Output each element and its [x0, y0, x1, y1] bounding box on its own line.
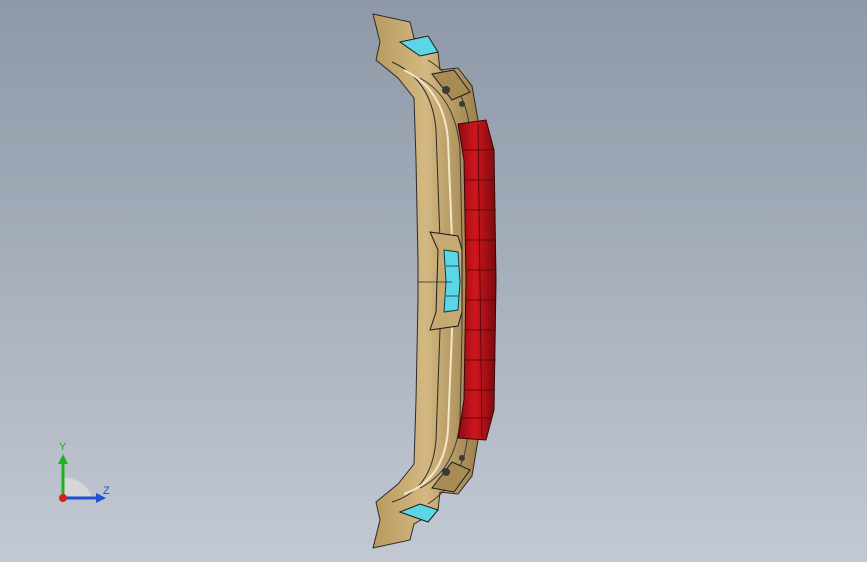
z-axis-label: Z — [103, 485, 110, 497]
y-axis-label: Y — [59, 441, 67, 453]
bumper-model[interactable] — [0, 0, 867, 562]
bolt-hole — [459, 101, 465, 107]
x-axis-dot-icon — [59, 494, 67, 502]
triad-x-plane — [63, 477, 92, 498]
bolt-hole — [442, 468, 450, 476]
y-arrowhead-icon — [58, 454, 68, 464]
bolt-hole — [442, 86, 450, 94]
bolt-hole — [459, 455, 465, 461]
coordinate-triad: Y Z — [48, 440, 118, 510]
center-glass — [443, 249, 461, 313]
graphics-viewport[interactable]: Y Z — [0, 0, 867, 562]
